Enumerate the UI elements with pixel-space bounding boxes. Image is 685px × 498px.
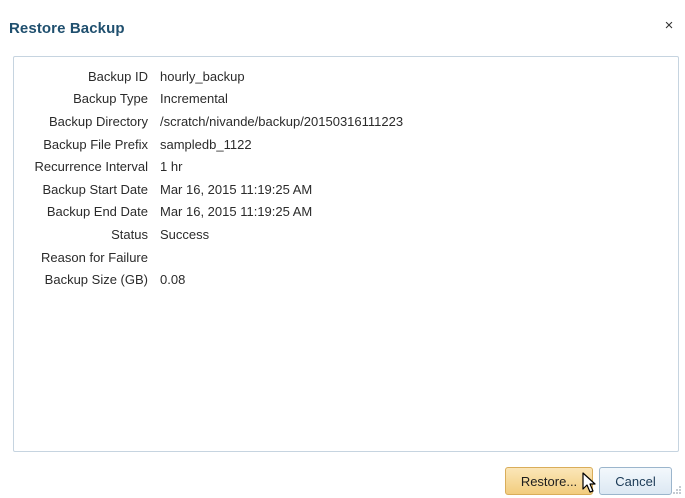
property-label: Backup Start Date (42, 181, 149, 197)
property-label: Backup Size (GB) (44, 272, 148, 288)
property-value: Mar 16, 2015 11:19:25 AM (160, 204, 313, 220)
property-list: Backup ID hourly_backup Backup Type Incr… (14, 65, 678, 291)
property-row-backup-directory: Backup Directory /scratch/nivande/backup… (14, 110, 678, 133)
property-row-backup-size: Backup Size (GB) 0.08 (14, 268, 678, 291)
property-value: 1 hr (160, 159, 183, 175)
property-value: Incremental (160, 91, 228, 107)
property-value: 0.08 (160, 272, 186, 288)
resize-grip-icon[interactable] (672, 485, 682, 495)
restore-button[interactable]: Restore... (505, 467, 593, 495)
dialog-title: Restore Backup (9, 20, 125, 37)
dialog-footer: Restore... Cancel (505, 467, 672, 495)
property-label: Backup Directory (49, 113, 148, 129)
property-label: Backup Type (73, 91, 148, 107)
property-row-backup-start-date: Backup Start Date Mar 16, 2015 11:19:25 … (14, 178, 678, 201)
property-label: Backup End Date (46, 204, 148, 220)
property-row-backup-end-date: Backup End Date Mar 16, 2015 11:19:25 AM (14, 201, 678, 224)
property-label: Status (111, 226, 148, 242)
property-value: hourly_backup (160, 68, 245, 84)
restore-backup-dialog: Restore Backup × Backup ID hourly_backup… (0, 0, 685, 498)
cancel-button[interactable]: Cancel (599, 467, 672, 495)
property-row-reason-for-failure: Reason for Failure (14, 246, 678, 269)
property-row-status: Status Success (14, 223, 678, 246)
status-value: Success (160, 226, 210, 242)
backup-details-panel: Backup ID hourly_backup Backup Type Incr… (13, 56, 679, 452)
property-value: /scratch/nivande/backup/20150316111223 (160, 113, 404, 129)
close-icon[interactable]: × (659, 16, 679, 36)
property-row-backup-file-prefix: Backup File Prefix sampledb_1122 (14, 133, 678, 156)
property-label: Reason for Failure (41, 249, 148, 265)
property-value: Mar 16, 2015 11:19:25 AM (160, 181, 313, 197)
property-row-backup-id: Backup ID hourly_backup (14, 65, 678, 88)
property-row-recurrence-interval: Recurrence Interval 1 hr (14, 155, 678, 178)
property-label: Backup File Prefix (43, 136, 148, 152)
property-value: sampledb_1122 (160, 136, 252, 152)
property-row-backup-type: Backup Type Incremental (14, 88, 678, 111)
property-label: Backup ID (88, 68, 148, 84)
property-label: Recurrence Interval (34, 159, 148, 175)
